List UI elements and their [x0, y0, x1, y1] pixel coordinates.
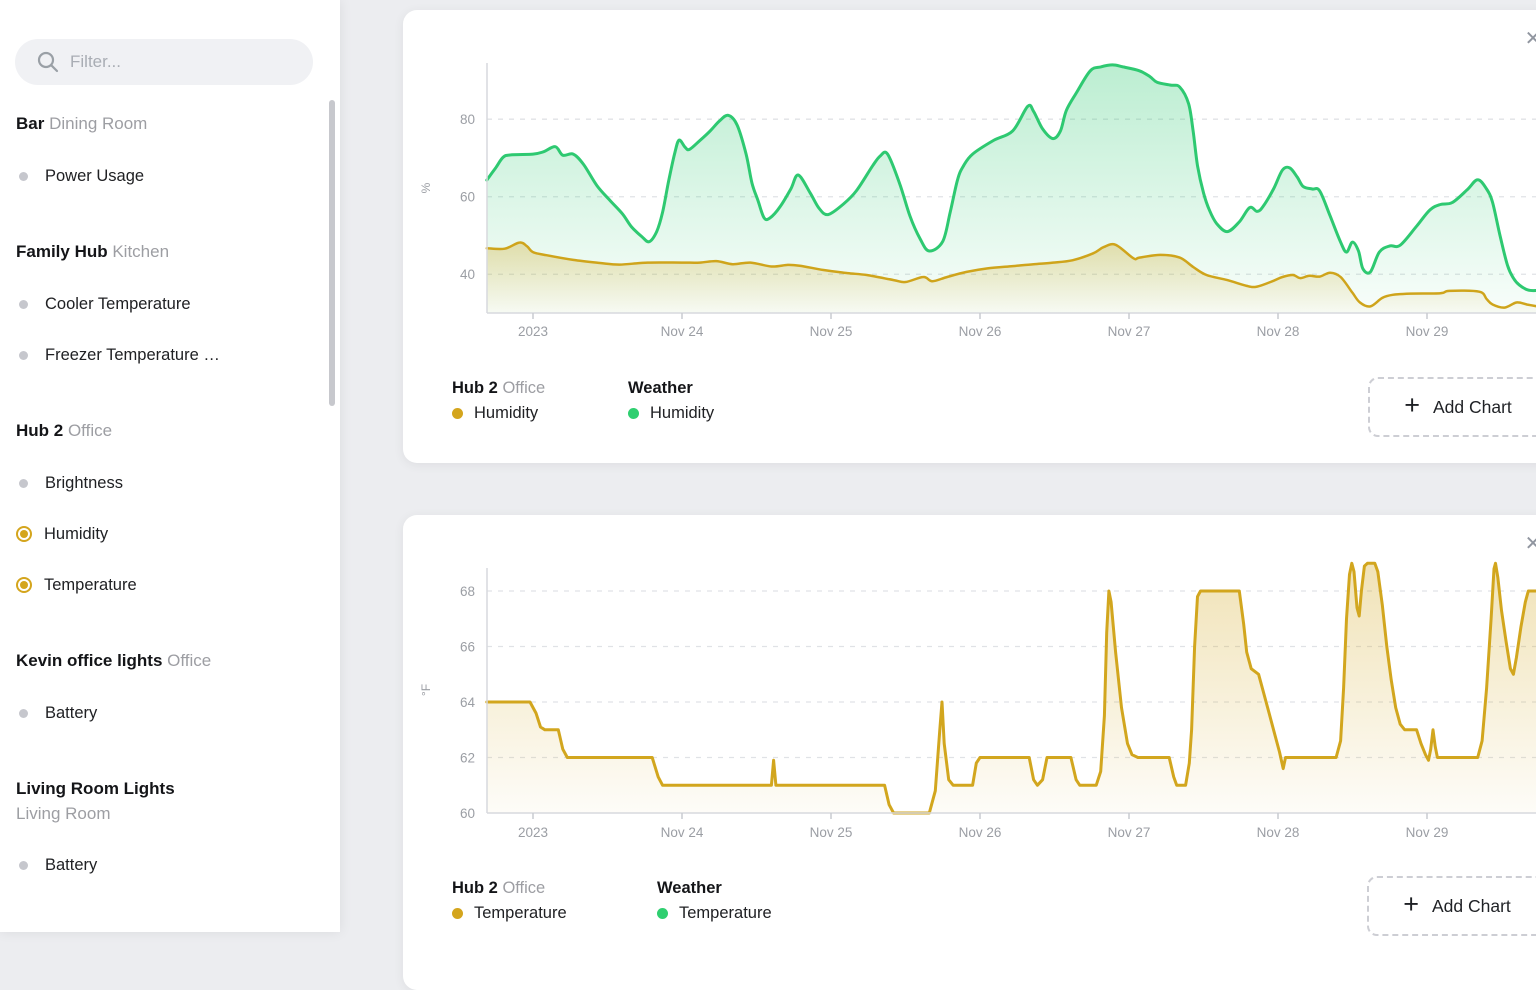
x-tick-label: 2023: [518, 324, 548, 339]
entity-dot: [19, 171, 28, 181]
group-area: Office: [162, 651, 212, 670]
series-color-dot: [452, 407, 463, 419]
legend-entity-title: Hub 2 Office: [452, 379, 546, 397]
x-tick-label: Nov 25: [810, 825, 853, 840]
entity-dot: [19, 350, 28, 360]
group-name: Hub 2: [16, 421, 64, 440]
y-tick-label: 62: [460, 751, 475, 766]
sidebar-item-battery[interactable]: Battery: [16, 853, 324, 877]
x-tick-label: Nov 26: [959, 324, 1002, 339]
entity-dot: [19, 860, 28, 870]
sidebar-item-cooler-temperature[interactable]: Cooler Temperature: [16, 292, 324, 316]
group-name: Kevin office lights: [16, 651, 163, 670]
plus-icon: +: [1403, 889, 1419, 919]
group-area: Dining Room: [44, 114, 148, 133]
sidebar-group-living-room-lights: Living Room Lights Living Room: [16, 777, 324, 826]
close-icon[interactable]: ✕: [1520, 531, 1536, 557]
close-icon[interactable]: ✕: [1520, 26, 1536, 52]
sidebar-group-family-hub: Family Hub Kitchen: [16, 240, 324, 265]
group-area: Office: [63, 421, 113, 440]
y-axis-unit-label: °F: [419, 684, 433, 696]
x-tick-label: Nov 29: [1406, 324, 1449, 339]
entity-list: Bar Dining Room Power Usage Family Hub Kit…: [0, 85, 340, 877]
humidity-chart-card: 40 60 80 2023 Nov 24 Nov 25 Nov 26 Nov 27 Nov 28…: [403, 10, 1536, 463]
entity-label: Freezer Temperature …: [45, 345, 220, 364]
legend-item-weather-humidity[interactable]: Weather Humidity: [628, 377, 714, 424]
sidebar-item-humidity[interactable]: Humidity: [16, 522, 324, 546]
x-tick-label: 2023: [518, 825, 548, 840]
temperature-chart-card: 60 62 64 66 68 2023 Nov 24 Nov 25 Nov 26 Nov 27 No…: [403, 515, 1536, 990]
sidebar-group-kevin-office-lights: Kevin office lights Office: [16, 649, 324, 674]
entity-label: Battery: [45, 855, 98, 874]
x-tick-label: Nov 25: [810, 324, 853, 339]
entity-dot: [19, 708, 28, 718]
x-tick-label: Nov 28: [1257, 324, 1300, 339]
legend-entity-title: Weather: [657, 879, 722, 897]
entity-dot: [19, 478, 28, 488]
y-tick-label: 40: [460, 267, 475, 282]
y-axis-unit-label: %: [419, 182, 433, 193]
group-name: Living Room Lights: [16, 779, 175, 798]
x-tick-label: Nov 27: [1108, 324, 1151, 339]
x-tick-label: Nov 24: [661, 825, 704, 840]
entity-label: Brightness: [45, 473, 123, 492]
sidebar-scrollbar-thumb[interactable]: [329, 100, 335, 406]
group-area: Kitchen: [107, 242, 170, 261]
entity-dot-selected: [20, 581, 28, 589]
legend-item-weather-temperature[interactable]: Weather Temperature: [657, 877, 772, 924]
x-tick-label: Nov 26: [959, 825, 1002, 840]
legend-series-row: Humidity: [452, 402, 545, 424]
x-tick-label: Nov 29: [1406, 825, 1449, 840]
entity-label: Humidity: [44, 524, 109, 543]
entity-dot: [19, 299, 28, 309]
chart-legend: Hub 2 Office Humidity Weather Humidity: [403, 377, 1363, 437]
sidebar-item-power-usage[interactable]: Power Usage: [16, 164, 324, 188]
add-chart-button[interactable]: + Add Chart: [1368, 377, 1536, 437]
plus-icon: +: [1404, 390, 1420, 420]
entity-label: Cooler Temperature: [45, 294, 191, 313]
y-tick-label: 68: [460, 584, 475, 599]
series-color-dot: [628, 407, 639, 419]
y-tick-label: 66: [460, 640, 475, 655]
legend-series-row: Temperature: [452, 902, 567, 924]
y-tick-label: 64: [460, 695, 476, 710]
legend-series-row: Temperature: [657, 902, 772, 924]
series-color-dot: [657, 907, 668, 919]
group-area: Living Room: [16, 804, 111, 823]
sidebar-item-battery[interactable]: Battery: [16, 701, 324, 725]
search-icon: [37, 51, 59, 73]
x-tick-label: Nov 27: [1108, 825, 1151, 840]
x-tick-label: Nov 28: [1257, 825, 1300, 840]
legend-item-hub2-humidity[interactable]: Hub 2 Office Humidity: [452, 377, 545, 424]
entity-sidebar: Bar Dining Room Power Usage Family Hub Kit…: [0, 0, 340, 932]
y-tick-label: 80: [460, 112, 475, 127]
add-chart-button[interactable]: + Add Chart: [1367, 876, 1536, 936]
y-tick-label: 60: [460, 190, 475, 205]
sidebar-item-brightness[interactable]: Brightness: [16, 471, 324, 495]
filter-field-wrap: [15, 39, 313, 85]
x-tick-label: Nov 24: [661, 324, 704, 339]
legend-entity-title: Hub 2 Office: [452, 879, 546, 897]
group-name: Bar: [16, 114, 45, 133]
legend-item-hub2-temperature[interactable]: Hub 2 Office Temperature: [452, 877, 567, 924]
sidebar-item-temperature[interactable]: Temperature: [16, 573, 324, 597]
entity-label: Temperature: [44, 575, 137, 594]
sidebar-group-hub-2: Hub 2 Office: [16, 419, 324, 444]
sidebar-group-bar: Bar Dining Room: [16, 112, 324, 137]
legend-entity-title: Weather: [628, 379, 693, 397]
series-color-dot: [452, 907, 463, 919]
entity-label: Power Usage: [45, 166, 145, 185]
entity-label: Battery: [45, 703, 98, 722]
y-tick-label: 60: [460, 806, 475, 821]
group-name: Family Hub: [16, 242, 108, 261]
legend-series-row: Humidity: [628, 402, 714, 424]
temperature-chart[interactable]: 60 62 64 66 68 2023 Nov 24 Nov 25 Nov 26 Nov 27 No…: [403, 515, 1536, 935]
sidebar-item-freezer-temperature[interactable]: Freezer Temperature …: [16, 343, 324, 367]
entity-dot-selected: [20, 530, 28, 538]
chart-legend: Hub 2 Office Temperature Weather Tempera…: [403, 877, 1363, 937]
